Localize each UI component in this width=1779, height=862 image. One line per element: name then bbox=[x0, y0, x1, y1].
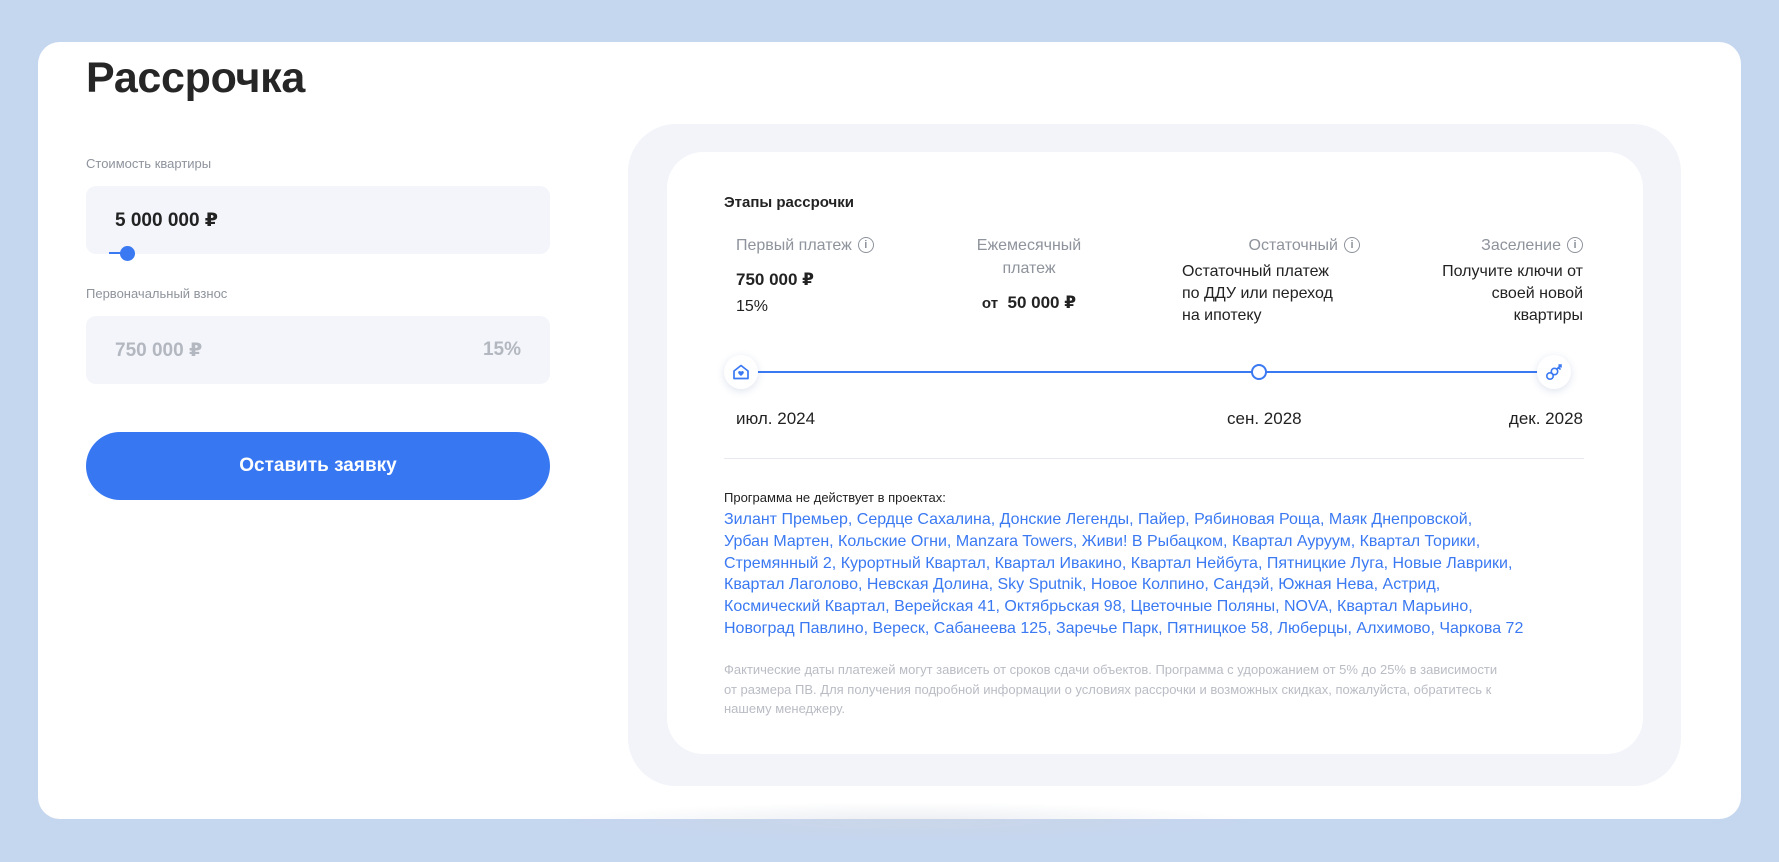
timeline-end-marker bbox=[1537, 355, 1571, 389]
first-payment-head-label: Первый платеж bbox=[736, 237, 852, 254]
exclusions-line: Космический Квартал, Верейская 41, Октяб… bbox=[724, 598, 1473, 616]
monthly-payment-head: Ежемесячный платеж bbox=[949, 234, 1109, 280]
footnote-line: Фактические даты платежей могут зависеть… bbox=[724, 662, 1498, 677]
exclusions-list: Зилант Премьер, Сердце Сахалина, Донские… bbox=[724, 509, 1584, 640]
settle-head-label: Заселение bbox=[1481, 237, 1561, 254]
timeline-middle-marker bbox=[1251, 364, 1267, 380]
settle-text-line: Получите ключи от bbox=[1442, 263, 1583, 280]
stages-panel: Этапы рассрочки Первый платеж i 750 000 ₽… bbox=[628, 124, 1681, 786]
timeline-start-marker bbox=[724, 355, 758, 389]
divider bbox=[724, 458, 1584, 459]
monthly-prefix: от bbox=[981, 295, 999, 312]
info-icon[interactable]: i bbox=[1344, 236, 1360, 253]
price-slider-handle[interactable] bbox=[120, 246, 135, 261]
installment-card: Рассрочка Стоимость квартиры 5 000 000 ₽… bbox=[38, 42, 1741, 842]
first-payment-amount: 750 000 ₽ bbox=[736, 270, 815, 289]
price-label: Стоимость квартиры bbox=[86, 156, 212, 171]
settle-text-line: квартиры bbox=[1513, 307, 1583, 324]
exclusions-line: Зилант Премьер, Сердце Сахалина, Донские… bbox=[724, 511, 1473, 528]
exclusions-line: Новоград Павлино, Вереск, Сабанеева 125,… bbox=[724, 619, 1524, 637]
exclusions-line: Квартал Лаголово, Невская Долина, Sky Sp… bbox=[724, 576, 1441, 594]
monthly-head-line1: Ежемесячный bbox=[976, 237, 1082, 254]
keys-icon bbox=[1545, 364, 1562, 381]
decorative-shadow bbox=[558, 802, 1258, 842]
first-payment-percent: 15% bbox=[736, 298, 769, 315]
exclusions-line: Стремянный 2, Курортный Квартал, Квартал… bbox=[724, 554, 1513, 572]
home-heart-icon bbox=[733, 364, 749, 380]
price-input[interactable]: 5 000 000 ₽ bbox=[86, 186, 550, 254]
exclusions-line: Урбан Мартен, Кольские Огни, Manzara Tow… bbox=[724, 532, 1481, 550]
monthly-head-line2: платеж bbox=[1002, 260, 1056, 277]
residual-text-line: по ДДУ или переход bbox=[1182, 285, 1333, 302]
info-icon[interactable]: i bbox=[857, 236, 874, 253]
residual-text: Остаточный платеж по ДДУ или переход на … bbox=[1182, 261, 1333, 327]
monthly-amount: 50 000 ₽ bbox=[1007, 293, 1077, 312]
residual-text-line: Остаточный платеж bbox=[1182, 263, 1330, 280]
date-start: июл. 2024 bbox=[736, 409, 816, 428]
date-end: дек. 2028 bbox=[1508, 409, 1583, 428]
footnote-line: от размера ПВ. Для получения подробной и… bbox=[724, 681, 1492, 697]
residual-text-line: на ипотеку bbox=[1182, 307, 1262, 324]
footnote: Фактические даты платежей могут зависеть… bbox=[724, 660, 1584, 719]
down-payment-label: Первоначальный взнос bbox=[86, 286, 228, 301]
timeline-line bbox=[755, 371, 1539, 373]
footnote-line: нашему менеджеру. bbox=[724, 701, 845, 716]
first-payment-head: Первый платеж i bbox=[736, 234, 874, 257]
stages-title: Этапы рассрочки bbox=[724, 194, 854, 211]
page-title: Рассрочка bbox=[86, 54, 306, 102]
settle-head: Заселение i bbox=[1427, 234, 1583, 257]
residual-head-label: Остаточный bbox=[1248, 237, 1338, 254]
settle-text-line: своей новой bbox=[1491, 285, 1583, 302]
down-payment-input[interactable]: 750 000 ₽ 15% bbox=[86, 316, 550, 384]
price-value: 5 000 000 ₽ bbox=[115, 210, 219, 231]
down-payment-percent: 15% bbox=[482, 339, 521, 360]
exclusions-label: Программа не действует в проектах: bbox=[724, 490, 946, 505]
info-icon[interactable]: i bbox=[1567, 236, 1583, 253]
residual-head: Остаточный i bbox=[1204, 234, 1360, 257]
date-middle: сен. 2028 bbox=[1227, 409, 1302, 428]
monthly-payment-amount: от 50 000 ₽ bbox=[949, 293, 1109, 313]
down-payment-value: 750 000 ₽ bbox=[115, 340, 203, 361]
stages-card: Этапы рассрочки Первый платеж i 750 000 ₽… bbox=[667, 152, 1643, 754]
settle-text: Получите ключи от своей новой квартиры bbox=[1383, 261, 1583, 327]
submit-application-button[interactable]: Оставить заявку bbox=[86, 432, 550, 500]
